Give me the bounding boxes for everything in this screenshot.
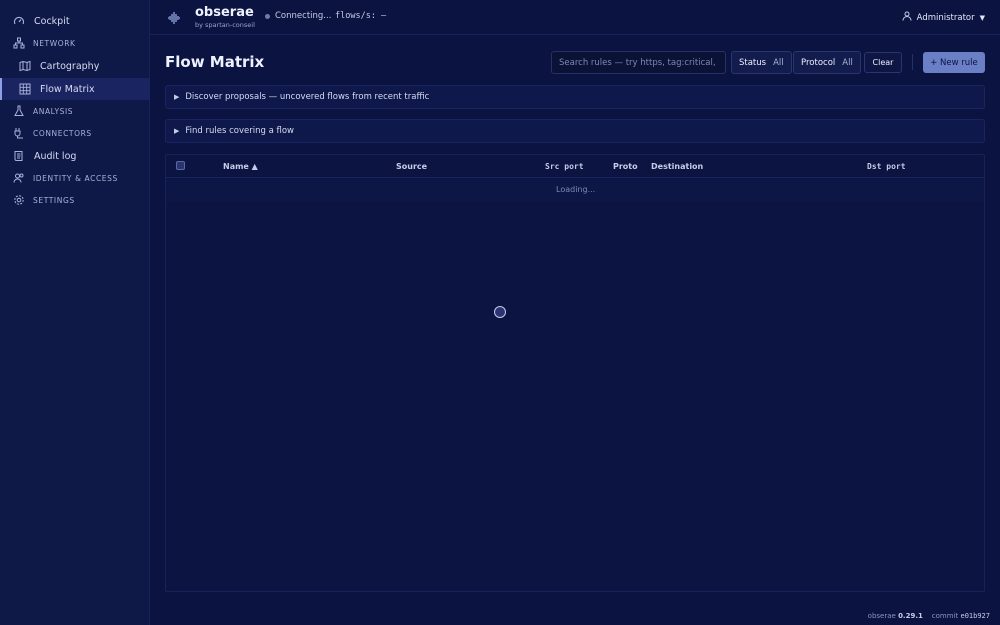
filter-label: Protocol (801, 57, 836, 68)
caret-right-icon: ▶ (174, 127, 180, 135)
page-title: Flow Matrix (165, 53, 265, 71)
grid-icon (19, 83, 31, 95)
filter-value: All (773, 57, 784, 68)
gauge-icon (13, 15, 25, 27)
sidebar-section-label: SETTINGS (33, 195, 75, 205)
sidebar-section-network[interactable]: NETWORK (0, 32, 150, 54)
scroll-icon (13, 150, 25, 162)
brand-name: obserae (195, 5, 254, 20)
column-header-src-port[interactable]: Src port (545, 162, 584, 171)
top-header: obserae by spartan-conseil Connecting...… (150, 0, 1000, 35)
table-header: Name ▲ Source Src port Proto Destination… (166, 155, 984, 178)
flows-rate: flows/s: — (335, 11, 387, 21)
user-icon (902, 11, 912, 24)
sidebar-section-label: CONNECTORS (33, 128, 92, 138)
column-header-destination[interactable]: Destination (651, 162, 703, 171)
sidebar-section-identity[interactable]: IDENTITY & ACCESS (0, 167, 150, 189)
user-menu[interactable]: Administrator ▼ (902, 11, 985, 24)
column-header-dst-port[interactable]: Dst port (867, 162, 906, 171)
user-name: Administrator (916, 12, 975, 23)
discover-proposals-panel[interactable]: ▶ Discover proposals — uncovered flows f… (165, 85, 985, 109)
sidebar-section-connectors[interactable]: CONNECTORS (0, 122, 150, 144)
find-rules-panel[interactable]: ▶ Find rules covering a flow (165, 119, 985, 143)
sidebar-item-label: Cartography (40, 60, 100, 72)
sidebar-section-analysis[interactable]: ANALYSIS (0, 100, 150, 122)
footer-commit: e01b927 (960, 612, 990, 620)
sidebar-item-label: Audit log (34, 150, 77, 162)
caret-right-icon: ▶ (174, 93, 180, 101)
sidebar-item-flow-matrix[interactable]: Flow Matrix (0, 78, 150, 100)
brand-subtitle: by spartan-conseil (195, 21, 255, 29)
chevron-down-icon: ▼ (979, 13, 985, 22)
sidebar: Cockpit NETWORK Cartography Flow Matrix (0, 0, 150, 625)
sidebar-item-label: Cockpit (34, 15, 70, 27)
footer-app-name: obserae (867, 612, 896, 620)
new-rule-button[interactable]: + New rule (923, 52, 985, 73)
column-header-proto[interactable]: Proto (613, 162, 638, 171)
toolbar-divider (912, 54, 913, 70)
connection-status-dot (265, 14, 270, 19)
footer-commit-label: commit (931, 612, 959, 620)
rules-table: Name ▲ Source Src port Proto Destination… (165, 154, 985, 592)
loading-text: Loading... (556, 185, 596, 194)
sidebar-item-cockpit[interactable]: Cockpit (0, 10, 150, 32)
map-icon (19, 60, 31, 72)
footer-version: 0.29.1 (898, 612, 923, 620)
gear-icon (13, 194, 25, 206)
protocol-filter-button[interactable]: Protocol All (793, 51, 861, 74)
sidebar-section-settings[interactable]: SETTINGS (0, 189, 150, 211)
search-input[interactable] (551, 51, 726, 74)
select-all-checkbox[interactable] (176, 161, 185, 170)
column-header-name[interactable]: Name ▲ (223, 162, 258, 171)
network-icon (13, 37, 25, 49)
waveform-logo-icon (167, 10, 181, 24)
users-icon (13, 172, 25, 184)
panel-label: Discover proposals — uncovered flows fro… (185, 92, 430, 102)
plug-icon (13, 127, 25, 139)
status-filter-button[interactable]: Status All (731, 51, 792, 74)
filter-label: Status (739, 57, 767, 68)
flask-icon (13, 105, 25, 117)
sidebar-item-audit-log[interactable]: Audit log (0, 145, 150, 167)
filter-value: All (842, 57, 853, 68)
clear-button[interactable]: Clear (864, 52, 902, 73)
sidebar-section-label: ANALYSIS (33, 106, 74, 116)
sidebar-item-label: Flow Matrix (40, 83, 95, 95)
connection-status: Connecting... (275, 11, 332, 21)
sidebar-item-cartography[interactable]: Cartography (0, 55, 150, 77)
column-header-source[interactable]: Source (396, 162, 427, 171)
version-footer: obserae 0.29.1 commit e01b927 (868, 612, 990, 620)
panel-label: Find rules covering a flow (185, 126, 295, 136)
loading-spinner (494, 306, 506, 318)
sidebar-section-label: NETWORK (33, 38, 76, 48)
sidebar-section-label: IDENTITY & ACCESS (33, 173, 118, 183)
app-root: Cockpit NETWORK Cartography Flow Matrix (0, 0, 1000, 625)
